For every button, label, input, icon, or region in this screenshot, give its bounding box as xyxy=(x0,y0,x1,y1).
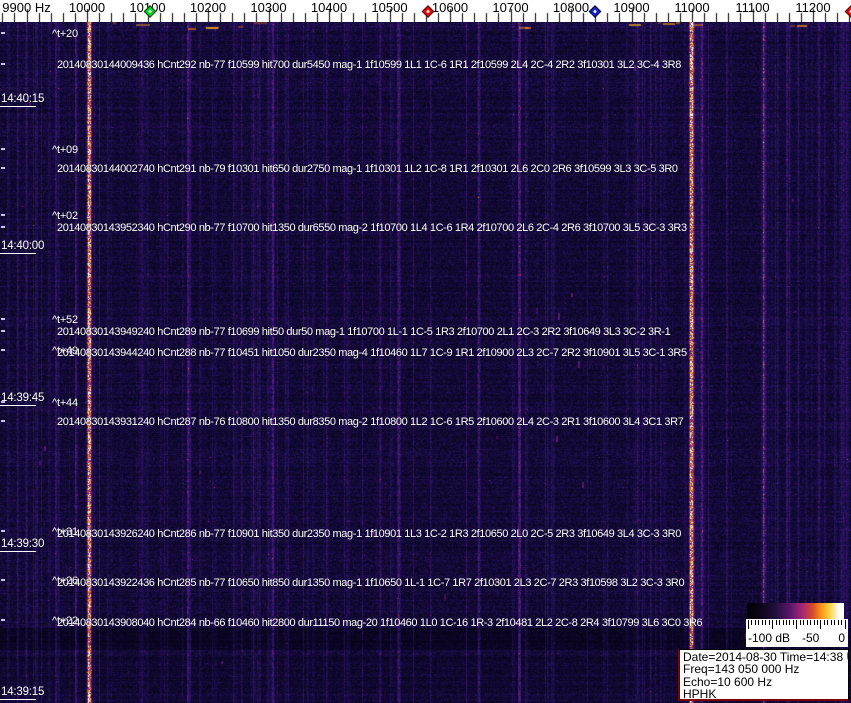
db-scale-tick xyxy=(837,620,839,625)
db-scale-tick xyxy=(813,620,815,625)
db-scale-tick xyxy=(754,620,756,625)
db-scale-tick xyxy=(796,620,798,629)
db-scale-labels: -100 dB -50 0 xyxy=(746,631,848,647)
db-scale-tick xyxy=(758,620,760,625)
db-min-label: -100 dB xyxy=(748,631,791,645)
axis-tick-label: 10600 xyxy=(431,0,469,15)
db-mid-label: -50 xyxy=(802,631,820,645)
db-scale-tick xyxy=(748,620,749,629)
axis-tick-label: 10300 xyxy=(250,0,287,15)
info-frequency: Freq=143 050 000 Hz xyxy=(683,662,800,677)
axis-tick-label: 10400 xyxy=(310,0,348,15)
db-scale-tick xyxy=(765,620,767,625)
db-scale-ticks xyxy=(746,619,848,631)
db-scale-tick xyxy=(844,620,846,629)
db-scale-tick xyxy=(789,620,791,625)
axis-tick-label: 11100 xyxy=(735,0,770,15)
marker-center-dot xyxy=(147,9,153,14)
db-scale-tick xyxy=(820,620,822,629)
db-scale-tick xyxy=(775,620,777,625)
db-scale-tick xyxy=(834,620,836,625)
db-scale-tick xyxy=(803,620,805,625)
db-scale-tick xyxy=(761,620,763,625)
db-scale-tick xyxy=(806,620,808,625)
db-scale-tick xyxy=(782,620,784,625)
axis-tick-label: 10200 xyxy=(189,0,227,15)
db-scale-tick xyxy=(830,620,832,625)
db-scale-legend: -100 dB -50 0 xyxy=(746,603,848,647)
axis-tick-label: 11200 xyxy=(795,0,831,15)
info-box: Date=2014-08-30 Time=14:38 UTC Freq=143 … xyxy=(678,649,849,701)
db-max-label: 0 xyxy=(838,631,845,645)
info-station-id: HPHK xyxy=(683,686,717,701)
marker-center-dot xyxy=(425,9,431,14)
db-scale-tick xyxy=(751,620,753,625)
db-scale-tick xyxy=(779,620,781,625)
frequency-axis: 9900 Hz100001010010200103001040010500106… xyxy=(0,0,851,22)
axis-tick-label: 10700 xyxy=(492,0,529,15)
spectrogram-canvas[interactable] xyxy=(0,22,851,703)
db-scale-tick xyxy=(817,620,818,625)
db-scale-tick xyxy=(823,620,825,625)
db-scale-tick xyxy=(785,620,787,625)
meteor-echo-spectrogram-window: 9900 Hz100001010010200103001040010500106… xyxy=(0,0,851,703)
axis-tick-label: 10500 xyxy=(371,0,408,15)
db-scale-tick xyxy=(810,620,812,625)
axis-tick-label: 10800 xyxy=(552,0,590,15)
marker-center-dot xyxy=(592,9,598,14)
axis-tick-label: 9900 Hz xyxy=(2,0,51,15)
axis-tick-label: 10900 xyxy=(613,0,650,15)
axis-tick-label: 11000 xyxy=(674,0,710,15)
db-gradient-bar xyxy=(747,603,844,619)
db-scale-tick xyxy=(772,620,774,629)
db-scale-tick xyxy=(799,620,801,625)
db-scale-tick xyxy=(827,620,829,625)
db-scale-tick xyxy=(768,620,770,625)
db-scale-tick xyxy=(792,620,794,625)
db-scale-tick xyxy=(841,620,843,625)
axis-tick-label: 10000 xyxy=(68,0,106,15)
